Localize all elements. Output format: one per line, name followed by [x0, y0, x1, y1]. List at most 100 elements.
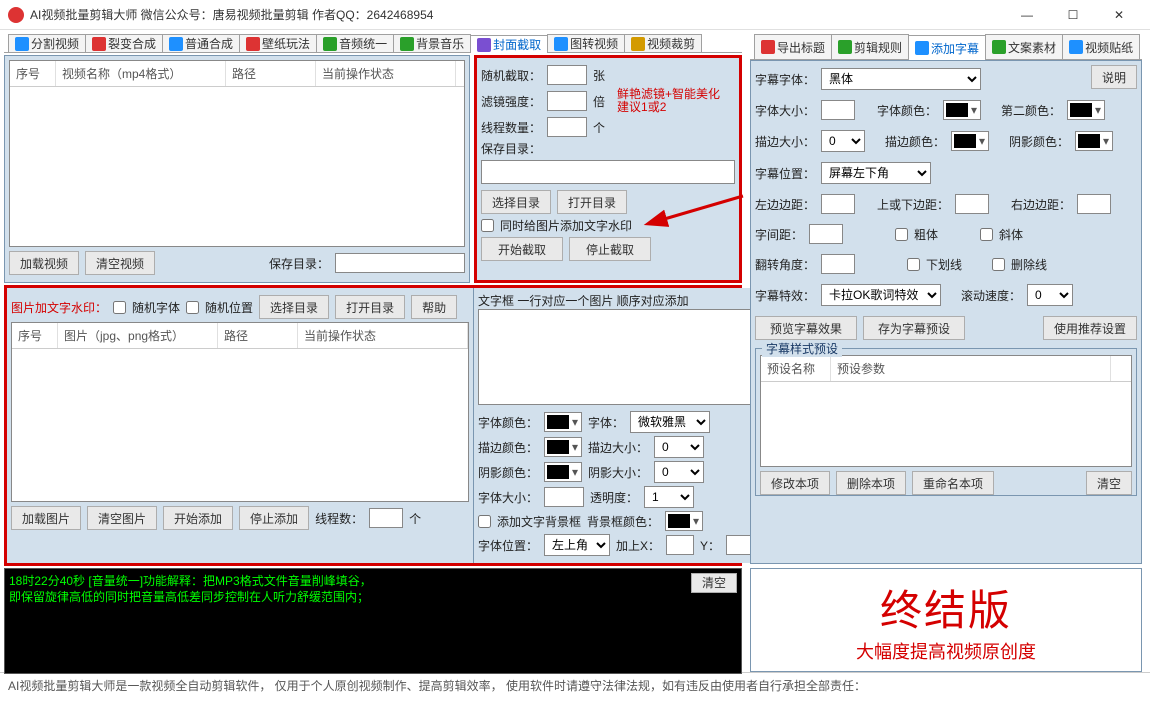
clear-preset-button[interactable]: 清空 [1086, 471, 1132, 495]
font-size-input[interactable] [544, 487, 584, 507]
sub-font-family-select[interactable]: 黑体 [821, 68, 981, 90]
pic-thread-input[interactable] [369, 508, 403, 528]
stroke-color-swatch[interactable]: ▾ [544, 437, 582, 457]
tab-添加字幕[interactable]: 添加字幕 [908, 35, 986, 60]
column-header[interactable]: 序号 [12, 323, 58, 348]
column-header[interactable]: 视频名称（mp4格式） [56, 61, 226, 86]
sub-second-color-swatch[interactable]: ▾ [1067, 100, 1105, 120]
help-button[interactable]: 帮助 [411, 295, 457, 319]
italic-checkbox[interactable] [980, 228, 993, 241]
choose-dir-button[interactable]: 选择目录 [481, 190, 551, 214]
tab-icon [631, 37, 645, 51]
rand-font-checkbox[interactable] [113, 301, 126, 314]
thread-count-input[interactable] [547, 117, 587, 137]
sub-shadow-color-swatch[interactable]: ▾ [1075, 131, 1113, 151]
thread-count-label: 线程数量： [481, 119, 541, 136]
pic-choose-dir-button[interactable]: 选择目录 [259, 295, 329, 319]
filter-strength-input[interactable] [547, 91, 587, 111]
sub-font-size-input[interactable] [821, 100, 855, 120]
font-select[interactable]: 微软雅黑 [630, 411, 710, 433]
spacing-input[interactable] [809, 224, 843, 244]
bold-checkbox[interactable] [895, 228, 908, 241]
shadow-color-swatch[interactable]: ▾ [544, 462, 582, 482]
add-bg-checkbox[interactable] [478, 515, 491, 528]
stroke-size-select[interactable]: 0 [654, 436, 704, 458]
cover-save-dir-input[interactable] [481, 160, 735, 184]
column-header[interactable]: 当前操作状态 [298, 323, 468, 348]
stop-add-button[interactable]: 停止添加 [239, 506, 309, 530]
bg-color-swatch[interactable]: ▾ [665, 511, 703, 531]
right-dist-input[interactable] [1077, 194, 1111, 214]
pic-grid[interactable]: 序号图片（jpg、png格式）路径当前操作状态 [11, 322, 469, 502]
column-header[interactable]: 预设名称 [761, 356, 831, 381]
tab-label: 裂变合成 [108, 35, 156, 52]
pic-open-dir-button[interactable]: 打开目录 [335, 295, 405, 319]
explain-button[interactable]: 说明 [1091, 65, 1137, 89]
tab-壁纸玩法[interactable]: 壁纸玩法 [239, 34, 317, 52]
tab-文案素材[interactable]: 文案素材 [985, 34, 1063, 59]
rename-item-button[interactable]: 重命名本项 [912, 471, 994, 495]
modify-item-button[interactable]: 修改本项 [760, 471, 830, 495]
tab-普通合成[interactable]: 普通合成 [162, 34, 240, 52]
preview-subtitle-button[interactable]: 预览字幕效果 [755, 316, 857, 340]
delete-item-button[interactable]: 删除本项 [836, 471, 906, 495]
left-dist-input[interactable] [821, 194, 855, 214]
window-title: AI视频批量剪辑大师 微信公众号：唐易视频批量剪辑 作者QQ：264246895… [30, 6, 1004, 23]
font-pos-select[interactable]: 左上角 [544, 534, 610, 556]
rand-pos-checkbox[interactable] [186, 301, 199, 314]
tab-分割视频[interactable]: 分割视频 [8, 34, 86, 52]
column-header[interactable]: 序号 [10, 61, 56, 86]
rotate-input[interactable] [821, 254, 855, 274]
rand-capture-input[interactable] [547, 65, 587, 85]
tab-视频贴纸[interactable]: 视频贴纸 [1062, 34, 1140, 59]
sub-font-color-swatch[interactable]: ▾ [943, 100, 981, 120]
tab-裂变合成[interactable]: 裂变合成 [85, 34, 163, 52]
clear-video-button[interactable]: 清空视频 [85, 251, 155, 275]
save-dir-input[interactable] [335, 253, 465, 273]
use-recommended-button[interactable]: 使用推荐设置 [1043, 316, 1137, 340]
underline-checkbox[interactable] [907, 258, 920, 271]
opacity-select[interactable]: 1 [644, 486, 694, 508]
start-add-button[interactable]: 开始添加 [163, 506, 233, 530]
add-watermark-checkbox[interactable] [481, 219, 494, 232]
stop-capture-button[interactable]: 停止截取 [569, 237, 651, 261]
font-color-swatch[interactable]: ▾ [544, 412, 582, 432]
column-header[interactable]: 路径 [218, 323, 298, 348]
watermark-textarea[interactable] [478, 309, 754, 405]
shadow-size-select[interactable]: 0 [654, 461, 704, 483]
tab-音频统一[interactable]: 音频统一 [316, 34, 394, 52]
column-header[interactable]: 预设参数 [831, 356, 1111, 381]
column-header[interactable]: 当前操作状态 [316, 61, 456, 86]
tab-导出标题[interactable]: 导出标题 [754, 34, 832, 59]
clear-log-button[interactable]: 清空 [691, 573, 737, 593]
save-preset-button[interactable]: 存为字幕预设 [863, 316, 965, 340]
clear-pic-button[interactable]: 清空图片 [87, 506, 157, 530]
video-grid[interactable]: 序号视频名称（mp4格式）路径当前操作状态 [9, 60, 465, 247]
cover-capture-panel: 随机截取：张 滤镜强度：倍鲜艳滤镜+智能美化 建议1或2 线程数量：个 保存目录… [474, 55, 742, 283]
add-x-input[interactable] [666, 535, 694, 555]
tab-封面截取[interactable]: 封面截取 [470, 35, 548, 53]
tab-背景音乐[interactable]: 背景音乐 [393, 34, 471, 52]
open-dir-button[interactable]: 打开目录 [557, 190, 627, 214]
effect-select[interactable]: 卡拉OK歌词特效 [821, 284, 941, 306]
sub-pos-select[interactable]: 屏幕左下角 [821, 162, 931, 184]
minimize-button[interactable]: — [1004, 0, 1050, 30]
load-video-button[interactable]: 加载视频 [9, 251, 79, 275]
tab-视频裁剪[interactable]: 视频裁剪 [624, 34, 702, 52]
tab-剪辑规则[interactable]: 剪辑规则 [831, 34, 909, 59]
sub-stroke-size-select[interactable]: 0 [821, 130, 865, 152]
scroll-speed-select[interactable]: 0 [1027, 284, 1073, 306]
filter-hint: 鲜艳滤镜+智能美化 建议1或2 [617, 88, 735, 114]
sub-stroke-color-swatch[interactable]: ▾ [951, 131, 989, 151]
start-capture-button[interactable]: 开始截取 [481, 237, 563, 261]
maximize-button[interactable]: ☐ [1050, 0, 1096, 30]
close-button[interactable]: ✕ [1096, 0, 1142, 30]
tab-label: 分割视频 [31, 35, 79, 52]
column-header[interactable]: 路径 [226, 61, 316, 86]
load-pic-button[interactable]: 加载图片 [11, 506, 81, 530]
topbot-dist-input[interactable] [955, 194, 989, 214]
preset-grid[interactable]: 预设名称预设参数 [760, 355, 1132, 467]
strike-checkbox[interactable] [992, 258, 1005, 271]
column-header[interactable]: 图片（jpg、png格式） [58, 323, 218, 348]
tab-图转视频[interactable]: 图转视频 [547, 34, 625, 52]
